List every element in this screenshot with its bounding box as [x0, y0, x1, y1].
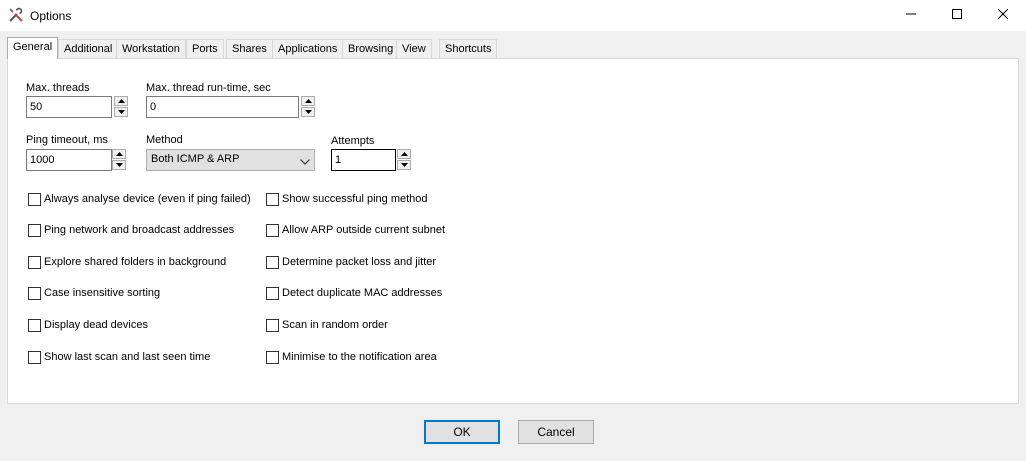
tab-view[interactable]: View: [396, 39, 432, 58]
tab-applications[interactable]: Applications: [272, 39, 344, 58]
close-icon: [997, 8, 1009, 22]
max-threads-input[interactable]: [27, 97, 111, 117]
general-panel: Max. threads Max. thread run-time, sec P…: [7, 58, 1019, 404]
tab-label: Browsing: [348, 43, 394, 55]
close-button[interactable]: [980, 0, 1026, 31]
tab-label: Shares: [232, 43, 267, 55]
attempts-input[interactable]: [332, 150, 395, 170]
checkbox-label: Explore shared folders in background: [44, 256, 227, 268]
checkbox-box[interactable]: [266, 287, 279, 300]
max-threads-field[interactable]: [26, 96, 112, 118]
arrow-down-icon: [115, 163, 123, 167]
attempts-label: Attempts: [331, 135, 375, 147]
minimize-button[interactable]: [888, 0, 934, 31]
tab-label: General: [13, 41, 53, 53]
method-label: Method: [146, 134, 183, 146]
spin-up-button[interactable]: [112, 149, 126, 159]
ping-timeout-label: Ping timeout, ms: [26, 134, 108, 146]
arrow-down-icon: [304, 110, 312, 114]
tab-general[interactable]: General: [7, 37, 59, 59]
checkbox-box[interactable]: [28, 287, 41, 300]
cancel-button[interactable]: Cancel: [518, 420, 594, 444]
tab-label: Applications: [278, 43, 338, 55]
checkbox-box[interactable]: [266, 351, 279, 364]
checkbox-label: Case insensitive sorting: [44, 287, 161, 299]
checkbox-box[interactable]: [28, 256, 41, 269]
attempts-field[interactable]: [331, 149, 396, 171]
arrow-down-icon: [117, 110, 125, 114]
tab-shares[interactable]: Shares: [226, 39, 273, 58]
checkbox-box[interactable]: [266, 224, 279, 237]
arrow-up-icon: [117, 99, 125, 103]
checkbox-box[interactable]: [266, 256, 279, 269]
max-runtime-label: Max. thread run-time, sec: [146, 82, 271, 94]
tools-icon: [8, 7, 24, 23]
checkbox-label: Determine packet loss and jitter: [282, 256, 437, 268]
arrow-up-icon: [115, 152, 123, 156]
max-runtime-input[interactable]: [147, 97, 298, 117]
checkbox-label: Ping network and broadcast addresses: [44, 224, 235, 236]
max-runtime-field[interactable]: [146, 96, 299, 118]
checkbox-label: Show last scan and last seen time: [44, 351, 211, 363]
chevron-down-icon: [300, 156, 310, 168]
ok-button[interactable]: OK: [424, 420, 500, 444]
arrow-up-icon: [400, 152, 408, 156]
spin-up-button[interactable]: [301, 96, 315, 106]
spin-up-button[interactable]: [397, 149, 411, 159]
tab-label: Workstation: [122, 43, 180, 55]
checkbox-label: Display dead devices: [44, 319, 148, 331]
minimize-icon: [906, 9, 916, 22]
max-runtime-spinner[interactable]: [301, 96, 315, 118]
ping-timeout-input[interactable]: [27, 150, 111, 170]
arrow-down-icon: [400, 163, 408, 167]
checkbox-label: Scan in random order: [282, 319, 388, 331]
maximize-icon: [952, 9, 962, 22]
title-bar: Options: [0, 0, 1026, 31]
max-threads-spinner[interactable]: [114, 96, 128, 118]
ping-timeout-spinner[interactable]: [112, 149, 126, 171]
spin-down-button[interactable]: [112, 160, 126, 170]
checkbox-box[interactable]: [28, 224, 41, 237]
spin-down-button[interactable]: [114, 107, 128, 117]
maximize-button[interactable]: [934, 0, 980, 31]
checkbox-box[interactable]: [266, 193, 279, 206]
spin-down-button[interactable]: [397, 160, 411, 170]
tab-workstation[interactable]: Workstation: [116, 39, 186, 58]
checkbox-label: Allow ARP outside current subnet: [282, 224, 446, 236]
ping-timeout-field[interactable]: [26, 149, 112, 171]
tab-additional[interactable]: Additional: [58, 39, 119, 58]
tab-label: View: [402, 43, 426, 55]
checkbox-label: Show successful ping method: [282, 193, 428, 205]
attempts-spinner[interactable]: [397, 149, 411, 171]
tab-label: Additional: [64, 43, 113, 55]
window-title: Options: [30, 9, 72, 23]
max-threads-label: Max. threads: [26, 82, 90, 94]
checkbox-label: Always analyse device (even if ping fail…: [44, 193, 251, 205]
tab-ports[interactable]: Ports: [186, 39, 224, 58]
tab-browsing[interactable]: Browsing: [342, 39, 400, 58]
arrow-up-icon: [304, 99, 312, 103]
checkbox-box[interactable]: [266, 319, 279, 332]
tab-label: Shortcuts: [445, 43, 492, 55]
method-select[interactable]: Both ICMP & ARP: [146, 149, 315, 171]
spin-down-button[interactable]: [301, 107, 315, 117]
spin-up-button[interactable]: [114, 96, 128, 106]
checkbox-box[interactable]: [28, 319, 41, 332]
checkbox-box[interactable]: [28, 193, 41, 206]
tab-label: Ports: [192, 43, 218, 55]
checkbox-box[interactable]: [28, 351, 41, 364]
checkbox-label: Detect duplicate MAC addresses: [282, 287, 443, 299]
tab-shortcuts[interactable]: Shortcuts: [439, 39, 498, 58]
method-value: Both ICMP & ARP: [151, 153, 240, 165]
checkbox-label: Minimise to the notification area: [282, 351, 437, 363]
